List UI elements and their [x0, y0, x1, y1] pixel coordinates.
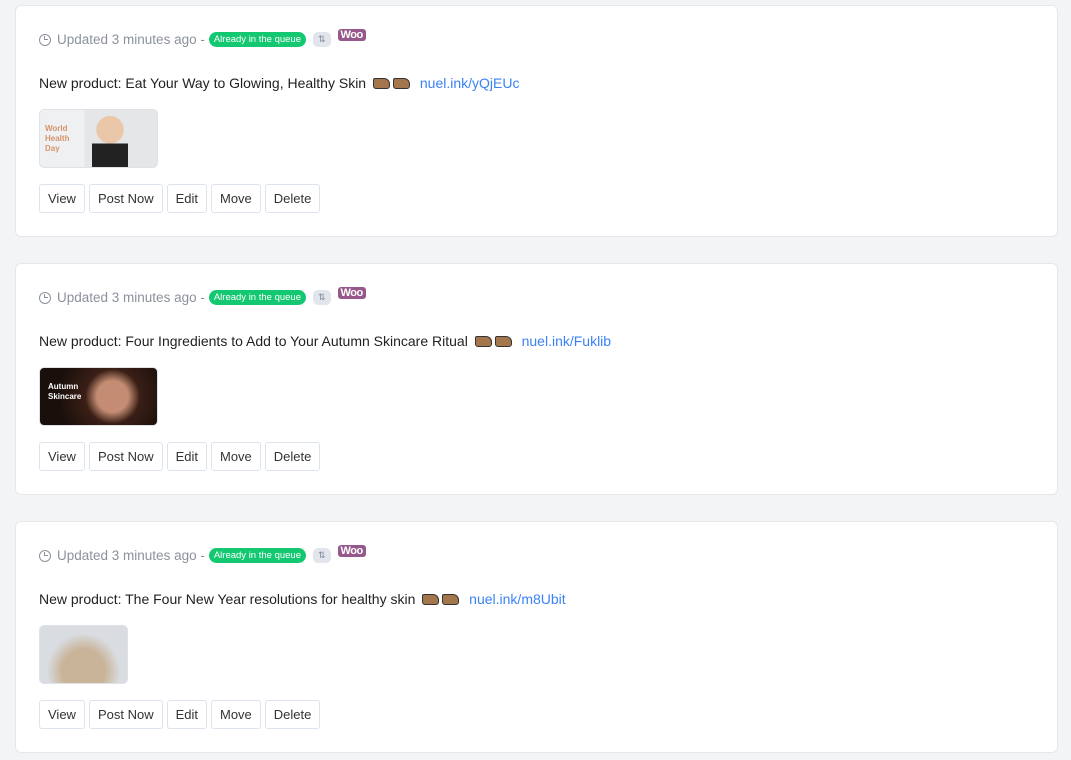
edit-button[interactable]: Edit [166, 442, 207, 471]
woocommerce-logo-icon: Woo [337, 28, 366, 41]
post-text: New product: Eat Your Way to Glowing, He… [39, 75, 519, 91]
post-actions: View Post Now Edit Move Delete [39, 700, 321, 729]
switch-icon[interactable]: ⇅ [313, 32, 331, 47]
move-button[interactable]: Move [211, 700, 261, 729]
queue-status-badge: Already in the queue [208, 290, 306, 305]
clock-icon [39, 549, 51, 562]
view-button[interactable]: View [39, 442, 85, 471]
clock-icon [39, 291, 51, 304]
switch-icon[interactable]: ⇅ [313, 290, 331, 305]
thumbnail-caption: World Health Day [45, 124, 70, 153]
post-text: New product: The Four New Year resolutio… [39, 591, 566, 607]
post-card: Updated 3 minutes ago - Already in the q… [15, 5, 1058, 237]
view-button[interactable]: View [39, 184, 85, 213]
clock-icon [39, 33, 51, 46]
move-button[interactable]: Move [211, 442, 261, 471]
post-meta: Updated 3 minutes ago - Already in the q… [39, 544, 366, 563]
post-content: New product: The Four New Year resolutio… [39, 591, 416, 607]
updated-text: Updated 3 minutes ago - [57, 548, 205, 563]
post-actions: View Post Now Edit Move Delete [39, 184, 321, 213]
post-content: New product: Four Ingredients to Add to … [39, 333, 468, 349]
pointing-hand-icon [474, 336, 492, 347]
thumbnail-person [92, 116, 128, 167]
delete-button[interactable]: Delete [264, 184, 321, 213]
pointing-hand-icon [392, 78, 410, 89]
delete-button[interactable]: Delete [264, 442, 321, 471]
post-link[interactable]: nuel.ink/Fuklib [522, 333, 612, 349]
queue-status-badge: Already in the queue [208, 32, 306, 47]
post-link[interactable]: nuel.ink/m8Ubit [469, 591, 566, 607]
post-content: New product: Eat Your Way to Glowing, He… [39, 75, 367, 91]
pointing-hand-icon [442, 594, 460, 605]
post-actions: View Post Now Edit Move Delete [39, 442, 321, 471]
move-button[interactable]: Move [211, 184, 261, 213]
woocommerce-logo-icon: Woo [337, 544, 366, 557]
updated-text: Updated 3 minutes ago - [57, 290, 205, 305]
post-card: Updated 3 minutes ago - Already in the q… [15, 263, 1058, 495]
post-meta: Updated 3 minutes ago - Already in the q… [39, 28, 366, 47]
updated-text: Updated 3 minutes ago - [57, 32, 205, 47]
edit-button[interactable]: Edit [166, 184, 207, 213]
post-meta: Updated 3 minutes ago - Already in the q… [39, 286, 366, 305]
post-thumbnail[interactable]: Autumn Skincare [39, 367, 158, 426]
post-thumbnail[interactable]: World Health Day [39, 109, 158, 168]
post-now-button[interactable]: Post Now [88, 700, 163, 729]
queue-status-badge: Already in the queue [208, 548, 306, 563]
post-thumbnail[interactable] [39, 625, 128, 684]
pointing-hand-icon [372, 78, 390, 89]
post-now-button[interactable]: Post Now [88, 442, 163, 471]
woocommerce-logo-icon: Woo [337, 286, 366, 299]
view-button[interactable]: View [39, 700, 85, 729]
edit-button[interactable]: Edit [166, 700, 207, 729]
delete-button[interactable]: Delete [264, 700, 321, 729]
post-now-button[interactable]: Post Now [88, 184, 163, 213]
thumbnail-caption: Autumn Skincare [48, 382, 82, 401]
pointing-hand-icon [422, 594, 440, 605]
post-link[interactable]: nuel.ink/yQjEUc [420, 75, 520, 91]
post-text: New product: Four Ingredients to Add to … [39, 333, 611, 349]
post-card: Updated 3 minutes ago - Already in the q… [15, 521, 1058, 753]
pointing-hand-icon [494, 336, 512, 347]
switch-icon[interactable]: ⇅ [313, 548, 331, 563]
